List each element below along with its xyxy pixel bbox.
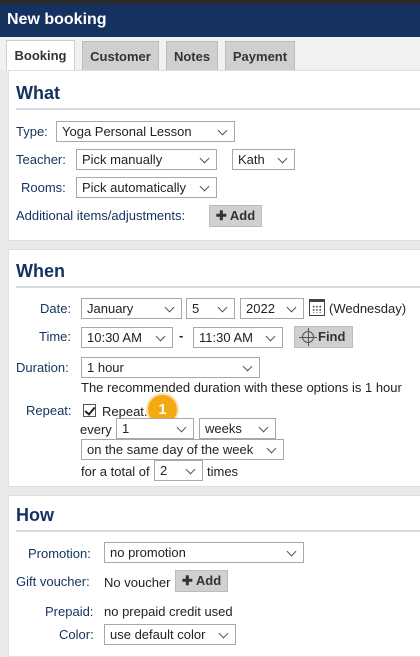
how-section: How Promotion: no promotion Gift voucher… — [8, 495, 420, 657]
repeat-pattern-select[interactable]: on the same day of the week — [81, 439, 284, 460]
duration-select[interactable]: 1 hour — [81, 357, 260, 378]
plus-icon: ✚ — [181, 573, 193, 588]
year-select[interactable]: 2022 — [240, 298, 304, 319]
how-heading: How — [16, 505, 54, 525]
start-time-select[interactable]: 10:30 AM — [81, 327, 173, 348]
tab-customer[interactable]: Customer — [82, 41, 159, 70]
add-item-button[interactable]: ✚ Add — [209, 205, 262, 227]
what-heading: What — [16, 83, 60, 103]
section-divider — [16, 286, 420, 288]
prepaid-label: Prepaid: — [45, 604, 94, 619]
rooms-label: Rooms: — [21, 180, 66, 195]
section-divider — [16, 530, 420, 532]
time-label: Time: — [39, 329, 72, 344]
rooms-select[interactable]: Pick automatically — [76, 177, 217, 198]
gift-voucher-value: No voucher — [104, 575, 171, 590]
add-item-label: Add — [229, 208, 256, 223]
time-separator: - — [179, 328, 184, 343]
find-label: Find — [318, 329, 346, 344]
what-section: What Type: Yoga Personal Lesson Teacher:… — [8, 70, 420, 241]
promotion-label: Promotion: — [28, 546, 91, 561]
when-section: When Date: January 5 2022 (Wednesday) Ti… — [8, 249, 420, 487]
every-unit-select[interactable]: weeks — [199, 418, 276, 439]
color-select[interactable]: use default color — [104, 624, 236, 645]
prepaid-value: no prepaid credit used — [104, 604, 233, 619]
every-select[interactable]: 1 — [116, 418, 194, 439]
dialog-title: New booking — [7, 11, 107, 28]
teacher-select[interactable]: Kath — [232, 149, 295, 170]
weekday-text: (Wednesday) — [329, 301, 407, 316]
add-voucher-button[interactable]: ✚ Add — [175, 570, 228, 592]
tab-notes[interactable]: Notes — [166, 41, 218, 70]
crosshair-icon — [299, 328, 317, 346]
duration-note: The recommended duration with these opti… — [81, 380, 402, 395]
when-heading: When — [16, 261, 65, 281]
find-button[interactable]: Find — [294, 326, 353, 348]
calendar-icon[interactable] — [309, 299, 325, 316]
teacher-mode-select[interactable]: Pick manually — [76, 149, 217, 170]
total-label: for a total of — [81, 464, 150, 479]
title-bar: New booking — [0, 0, 420, 37]
teacher-label: Teacher: — [16, 152, 66, 167]
repeat-checkbox[interactable] — [83, 404, 96, 417]
tab-booking[interactable]: Booking — [6, 40, 75, 71]
repeat-label: Repeat: — [26, 403, 72, 418]
day-select[interactable]: 5 — [186, 298, 235, 319]
times-label: times — [207, 464, 239, 479]
total-select[interactable]: 2 — [154, 460, 203, 481]
tab-payment[interactable]: Payment — [225, 41, 295, 70]
every-label: every — [80, 422, 112, 437]
plus-icon: ✚ — [215, 208, 227, 223]
duration-label: Duration: — [16, 360, 69, 375]
additional-label: Additional items/adjustments: — [16, 208, 186, 223]
type-select[interactable]: Yoga Personal Lesson — [56, 121, 235, 142]
date-label: Date: — [40, 301, 72, 316]
end-time-select[interactable]: 11:30 AM — [193, 327, 283, 348]
add-voucher-label: Add — [195, 573, 222, 588]
section-divider — [16, 108, 420, 110]
type-label: Type: — [16, 124, 48, 139]
promotion-select[interactable]: no promotion — [104, 542, 304, 563]
color-label: Color: — [59, 627, 94, 642]
repeat-checkbox-label: Repeat. — [102, 404, 148, 419]
gift-voucher-label: Gift voucher: — [16, 574, 90, 589]
tab-strip: Booking Customer Notes Payment — [0, 37, 420, 71]
month-select[interactable]: January — [81, 298, 182, 319]
